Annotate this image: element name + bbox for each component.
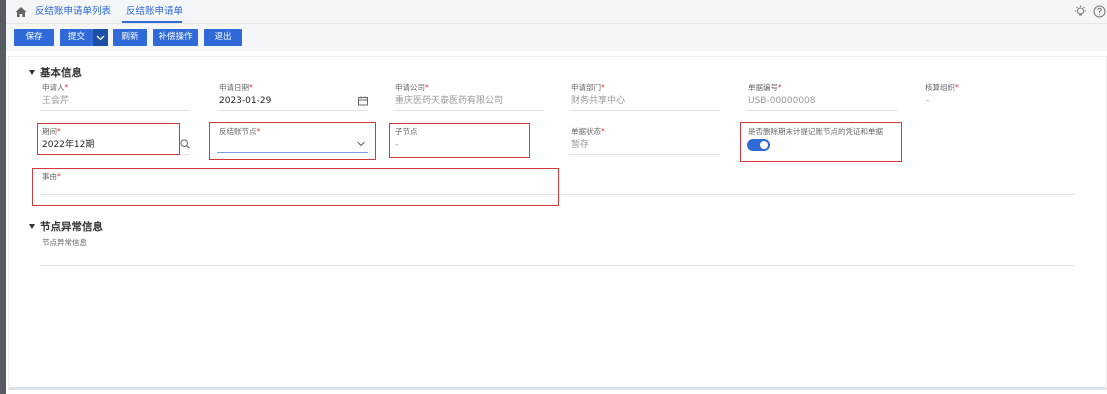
department-underline [569,110,720,111]
node-exception-underline [40,265,1074,266]
company-label: 申请公司* [395,83,429,92]
apply-date-label: 申请日期* [219,83,253,92]
applicant-value: 王会芹 [42,96,70,106]
exit-button[interactable]: 退出 [204,29,242,46]
help-icon[interactable] [1093,5,1106,18]
chevron-down-icon [96,35,105,41]
node-exception-label: 节点异常信息 [42,238,87,247]
section-node-exception-title: 节点异常信息 [40,221,103,233]
search-icon[interactable] [180,139,190,149]
highlight-reason [32,168,559,206]
save-button[interactable]: 保存 [14,29,54,46]
department-value: 财务共享中心 [571,96,626,106]
section-basic-title: 基本信息 [40,67,82,79]
left-sidebar-strip [0,0,6,394]
active-tab-indicator [122,21,182,23]
highlight-delete-toggle [740,122,902,162]
bulb-icon[interactable] [1074,5,1087,18]
accounting-org-label: 核算组织* [925,83,959,92]
bill-no-label: 单据编号* [748,83,782,92]
bill-status-label: 单据状态* [571,127,605,136]
node-exception-input[interactable] [42,251,1072,263]
bill-status-value: 暂存 [571,140,590,150]
tab-bar: 反结账申请单列表 反结账申请单 [6,0,1107,24]
bill-no-underline [746,110,897,111]
collapse-basic-icon[interactable] [29,70,35,75]
form-panel [8,56,1107,390]
applicant-label: 申请人* [42,83,69,92]
bill-no-value: USB-00000008 [748,96,816,106]
company-underline [393,110,544,111]
applicant-underline [40,110,190,111]
company-value: 重庆医药天泰医药有限公司 [395,96,504,106]
highlight-node [209,122,376,160]
accounting-org-value: - [926,96,930,106]
tab-apply-list[interactable]: 反结账申请单列表 [35,5,111,19]
refresh-button[interactable]: 刷新 [113,29,147,46]
home-icon[interactable] [15,6,27,18]
compensate-button[interactable]: 补偿操作 [153,29,198,46]
submit-dropdown-button[interactable] [93,29,108,46]
highlight-period [37,123,180,155]
apply-date-underline [217,110,368,111]
submit-button[interactable]: 提交 [60,29,93,46]
bill-status-underline [569,154,720,155]
apply-date-field[interactable]: 2023-01-29 [219,95,271,107]
highlight-sub-node [389,123,530,158]
toolbar: 保存 提交 刷新 补偿操作 退出 [6,24,1107,51]
department-label: 申请部门* [571,83,605,92]
calendar-icon[interactable] [358,96,368,106]
collapse-node-exception-icon[interactable] [29,224,35,229]
tab-apply-form[interactable]: 反结账申请单 [126,5,183,19]
